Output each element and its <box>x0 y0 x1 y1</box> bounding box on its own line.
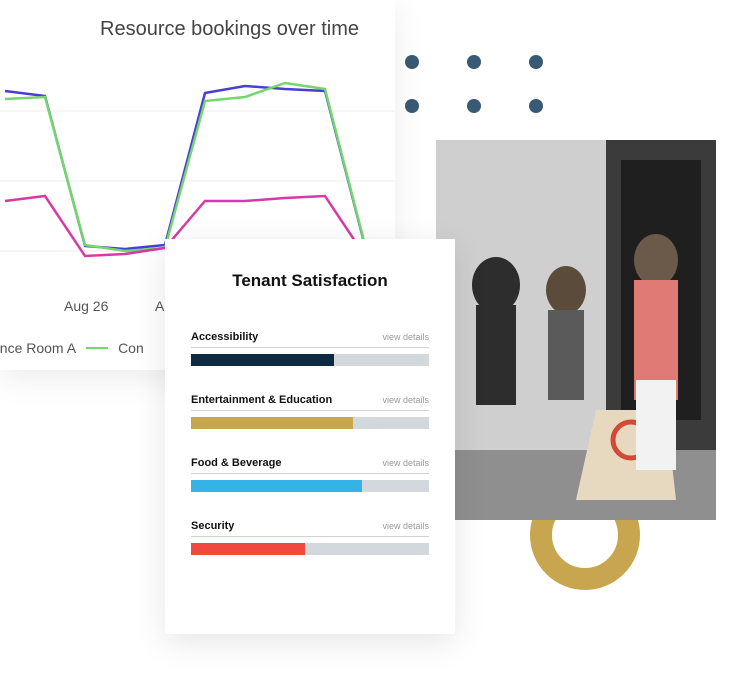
satisfaction-metric: Food & Beverage view details <box>191 457 429 492</box>
view-details-link[interactable]: view details <box>382 332 429 342</box>
metric-bar-track <box>191 480 429 492</box>
card-title: Tenant Satisfaction <box>191 271 429 291</box>
satisfaction-metric: Entertainment & Education view details <box>191 394 429 429</box>
satisfaction-metric: Security view details <box>191 520 429 555</box>
metric-bar-fill <box>191 543 305 555</box>
metric-bar-fill <box>191 354 334 366</box>
tenant-satisfaction-card: Tenant Satisfaction Accessibility view de… <box>165 239 455 634</box>
metric-label: Accessibility <box>191 331 258 343</box>
legend-label: ence Room A <box>0 340 76 356</box>
chart-title: Resource bookings over time <box>0 0 395 41</box>
metric-bar-fill <box>191 417 353 429</box>
view-details-link[interactable]: view details <box>382 521 429 531</box>
decorative-dot-grid <box>405 55 543 113</box>
metric-label: Entertainment & Education <box>191 394 332 406</box>
tenant-event-photo <box>436 140 716 520</box>
metric-bar-track <box>191 354 429 366</box>
metric-bar-track <box>191 417 429 429</box>
satisfaction-metric: Accessibility view details <box>191 331 429 366</box>
chart-legend: ence Room A Con <box>0 340 144 356</box>
view-details-link[interactable]: view details <box>382 458 429 468</box>
metric-bar-fill <box>191 480 362 492</box>
legend-label: Con <box>118 340 144 356</box>
metric-label: Security <box>191 520 234 532</box>
metric-bar-track <box>191 543 429 555</box>
view-details-link[interactable]: view details <box>382 395 429 405</box>
metric-label: Food & Beverage <box>191 457 281 469</box>
x-axis-label: Aug 26 <box>64 298 108 314</box>
legend-swatch-green <box>86 347 108 349</box>
